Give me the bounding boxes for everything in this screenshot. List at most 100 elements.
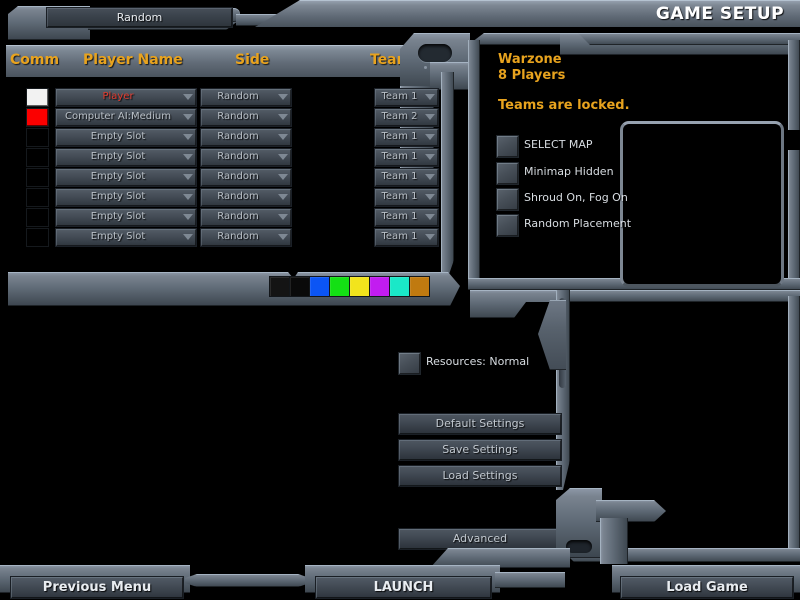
player-name-dropdown[interactable]: Empty Slot [55,228,197,247]
minimap-checkbox[interactable] [496,162,519,185]
chevron-down-icon [425,134,435,140]
option-label: Minimap Hidden [524,165,614,178]
player-name-dropdown[interactable]: Computer AI:Medium [55,108,197,127]
chevron-down-icon [183,234,193,240]
save-settings-button[interactable]: Save Settings [398,439,562,461]
team-dropdown[interactable]: Team 1 [374,188,439,207]
chevron-down-icon [278,194,288,200]
palette-swatch[interactable] [349,276,370,297]
column-header-player-name: Player Name [83,52,183,68]
comm-color-swatch[interactable] [26,188,49,207]
previous-menu-button[interactable]: Previous Menu [10,576,184,599]
frame-right-vertical [788,296,800,556]
team-dropdown[interactable]: Team 1 [374,228,439,247]
team-lock-status: Teams are locked. [498,98,630,113]
chevron-down-icon [278,234,288,240]
default-settings-label: Default Settings [435,417,525,430]
chevron-down-icon [183,94,193,100]
player-name-dropdown-label: Empty Slot [90,191,146,202]
team-dropdown[interactable]: Team 1 [374,128,439,147]
chevron-down-icon [278,114,288,120]
random-placement-checkbox[interactable] [496,214,519,237]
random-button[interactable]: Random [46,7,233,28]
frame-ornament-bottom-leg [600,518,628,564]
palette-swatch[interactable] [389,276,410,297]
palette-swatch[interactable] [289,276,310,297]
column-header-side: Side [235,52,270,68]
palette-swatch[interactable] [329,276,350,297]
side-dropdown[interactable]: Random [200,228,292,247]
team-dropdown-label: Team 1 [381,131,418,142]
player-name-dropdown[interactable]: Empty Slot [55,148,197,167]
side-dropdown-label: Random [217,111,259,122]
advanced-button[interactable]: Advanced [398,528,562,550]
team-dropdown[interactable]: Team 2 [374,108,439,127]
team-dropdown[interactable]: Team 1 [374,88,439,107]
palette-swatch[interactable] [309,276,330,297]
rivet-icon [424,66,427,69]
chevron-down-icon [183,174,193,180]
save-settings-label: Save Settings [442,443,518,456]
advanced-label: Advanced [452,532,508,545]
player-name-dropdown[interactable]: Player [55,88,197,107]
team-dropdown[interactable]: Team 1 [374,168,439,187]
team-dropdown-label: Team 1 [381,191,418,202]
option-label: SELECT MAP [524,138,593,151]
player-name-dropdown[interactable]: Empty Slot [55,128,197,147]
player-name-dropdown[interactable]: Empty Slot [55,208,197,227]
player-name-dropdown-label: Empty Slot [90,171,146,182]
shroud-checkbox[interactable] [496,188,519,211]
comm-color-swatch[interactable] [26,108,49,127]
load-settings-label: Load Settings [442,469,518,482]
comm-color-swatch[interactable] [26,148,49,167]
map-player-count: 8 Players [498,68,566,83]
side-dropdown[interactable]: Random [200,148,292,167]
side-dropdown[interactable]: Random [200,208,292,227]
load-game-button[interactable]: Load Game [620,576,794,599]
side-dropdown[interactable]: Random [200,188,292,207]
launch-label: LAUNCH [373,580,434,595]
comm-color-swatch[interactable] [26,128,49,147]
palette-swatch[interactable] [409,276,430,297]
chevron-down-icon [183,194,193,200]
default-settings-button[interactable]: Default Settings [398,413,562,435]
chevron-down-icon [278,214,288,220]
chevron-down-icon [278,174,288,180]
right-panel-frame-top [468,33,800,45]
side-dropdown[interactable]: Random [200,108,292,127]
palette-swatch[interactable] [269,276,290,297]
option-label: Shroud On, Fog On [524,191,628,204]
player-name-dropdown-label: Player [102,91,134,102]
chevron-down-icon [183,134,193,140]
select-map-checkbox[interactable] [496,135,519,158]
resources-checkbox[interactable] [398,352,421,375]
chevron-down-icon [183,214,193,220]
palette-swatch[interactable] [369,276,390,297]
frame-rail-teams-lower [441,190,454,280]
chevron-down-icon [278,94,288,100]
column-header-comm: Comm [10,52,60,68]
team-dropdown[interactable]: Team 1 [374,208,439,227]
side-dropdown-label: Random [217,131,259,142]
player-name-dropdown-label: Empty Slot [90,151,146,162]
player-name-dropdown[interactable]: Empty Slot [55,168,197,187]
comm-color-swatch[interactable] [26,88,49,107]
comm-color-swatch[interactable] [26,228,49,247]
chevron-down-icon [278,134,288,140]
player-name-dropdown[interactable]: Empty Slot [55,188,197,207]
team-dropdown-label: Team 1 [381,171,418,182]
side-dropdown[interactable]: Random [200,88,292,107]
player-name-dropdown-label: Empty Slot [90,211,146,222]
team-dropdown[interactable]: Team 1 [374,148,439,167]
load-settings-button[interactable]: Load Settings [398,465,562,487]
right-panel-frame-left [468,40,480,290]
comm-color-swatch[interactable] [26,208,49,227]
load-game-label: Load Game [666,580,748,595]
team-dropdown-label: Team 1 [381,231,418,242]
launch-button[interactable]: LAUNCH [315,576,492,599]
game-setup-screen: GAME SETUP Comm Player Name Side Teams W… [0,0,800,600]
side-dropdown[interactable]: Random [200,128,292,147]
side-dropdown[interactable]: Random [200,168,292,187]
comm-color-swatch[interactable] [26,168,49,187]
map-preview-box[interactable] [620,121,784,287]
